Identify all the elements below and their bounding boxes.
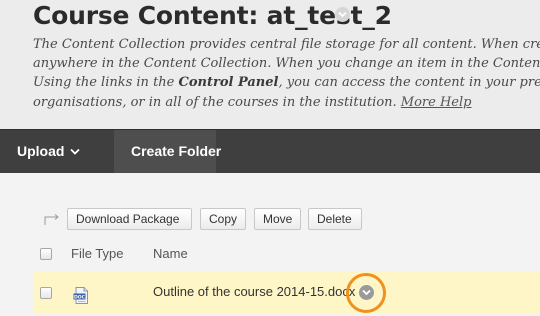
move-button[interactable]: Move bbox=[254, 208, 301, 230]
control-panel-text: Control Panel bbox=[178, 75, 279, 91]
copy-button[interactable]: Copy bbox=[200, 208, 246, 230]
more-help-link[interactable]: More Help bbox=[401, 95, 472, 110]
description-line: organisations, or in all of the courses … bbox=[33, 94, 472, 110]
table-header: File Type Name bbox=[33, 240, 540, 268]
page-header: Course Content: at_test_2 The Content Co… bbox=[0, 0, 540, 129]
select-all-checkbox[interactable] bbox=[40, 248, 52, 260]
delete-button[interactable]: Delete bbox=[308, 208, 362, 230]
chevron-down-icon bbox=[70, 129, 81, 172]
upload-menu-button[interactable]: Upload bbox=[17, 129, 81, 173]
description-line: anywhere in the Content Collection. When… bbox=[33, 56, 540, 72]
download-package-button[interactable]: Download Package bbox=[67, 208, 192, 230]
file-name-link[interactable]: Outline of the course 2014-15.docx bbox=[153, 284, 355, 299]
select-arrow-icon bbox=[44, 214, 59, 225]
description-line: Using the links in the Control Panel, yo… bbox=[33, 75, 540, 91]
table-row[interactable]: DOC Outline of the course 2014-15.docx bbox=[33, 272, 540, 314]
create-folder-button[interactable]: Create Folder bbox=[114, 130, 221, 173]
doc-icon: DOC bbox=[73, 287, 88, 304]
highlight-circle bbox=[346, 273, 386, 313]
collection-description: The Content Collection provides central … bbox=[33, 35, 540, 112]
title-chevron-down-icon[interactable] bbox=[335, 7, 350, 22]
upload-label: Upload bbox=[17, 143, 65, 159]
description-line: The Content Collection provides central … bbox=[33, 37, 540, 52]
column-header-name[interactable]: Name bbox=[153, 246, 188, 261]
svg-text:DOC: DOC bbox=[74, 294, 86, 300]
action-bar: Upload Create Folder bbox=[0, 129, 540, 173]
row-checkbox[interactable] bbox=[40, 287, 52, 299]
column-header-file-type[interactable]: File Type bbox=[71, 246, 124, 261]
